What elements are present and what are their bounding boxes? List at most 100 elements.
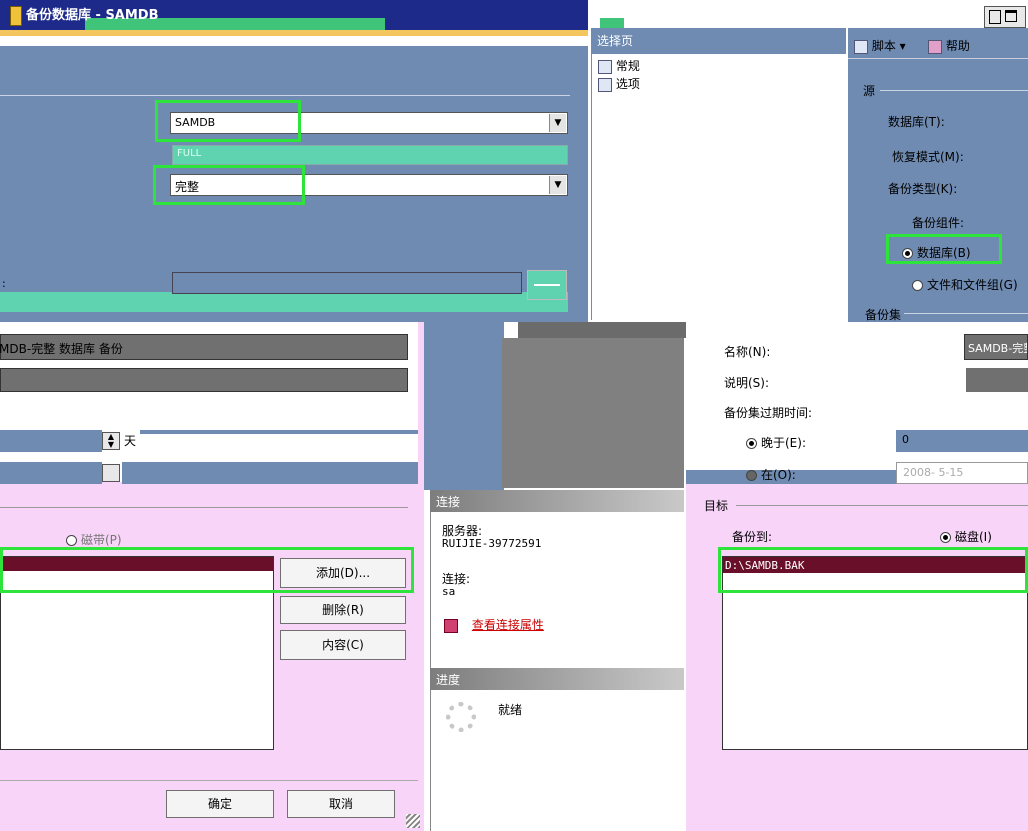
source-section-line — [880, 90, 1028, 91]
on-value-field[interactable]: 2008- 5-15 — [896, 462, 1028, 484]
destination-section-title: 目标 — [704, 499, 729, 513]
highlight-component-database — [886, 234, 1002, 264]
help-label: 帮助 — [945, 39, 970, 53]
expire-label: 备份集过期时间: — [724, 406, 813, 420]
expire-date-field[interactable] — [0, 462, 102, 484]
help-button[interactable]: 帮助 — [928, 37, 970, 54]
tape-label: 磁带(P) — [81, 533, 122, 547]
date-row-strip — [122, 462, 418, 484]
sidebar-item-general[interactable]: 常规 — [598, 57, 640, 74]
recovery-value: FULL — [177, 148, 202, 159]
resize-grip-icon[interactable] — [406, 814, 420, 828]
script-label: 脚本 — [871, 39, 896, 53]
name-field[interactable]: SAMDB-完整 数据库 备份 — [964, 334, 1028, 360]
contents-button[interactable]: 内容(C) — [280, 630, 406, 660]
radio-icon — [912, 280, 923, 291]
backup-component-label: 备份组件: — [912, 216, 965, 230]
highlight-add-area — [0, 547, 414, 593]
description-label: 说明(S): — [724, 376, 770, 390]
toolbar-underline — [848, 58, 1028, 59]
highlight-destination-path — [718, 547, 1028, 593]
recovery-field: FULL — [172, 145, 568, 165]
on-radio[interactable]: 在(O): — [746, 466, 796, 483]
partial-colon: : — [2, 277, 6, 290]
after-value: 0 — [902, 433, 909, 446]
toolbar: 脚本 ▾ 帮助 — [848, 34, 1028, 56]
on-label: 在(O): — [761, 468, 796, 482]
gray-block — [502, 338, 684, 488]
gray-top-strip — [518, 322, 686, 338]
window-title: 备份数据库 - SAMDB — [26, 8, 159, 23]
remove-button-label: 删除(R) — [322, 603, 364, 617]
view-properties-link[interactable]: 查看连接属性 — [444, 616, 544, 633]
title-bar-strip-2 — [0, 36, 588, 46]
disk-radio[interactable]: 磁盘(I) — [940, 528, 992, 545]
connection-header: 连接 — [430, 490, 684, 512]
server-value: RUIJIE-39772591 — [442, 537, 542, 550]
days-row-strip — [140, 430, 418, 452]
script-icon — [854, 39, 868, 54]
chevron-down-icon[interactable]: ▼ — [549, 114, 566, 132]
nav-header-label: 选择页 — [597, 34, 634, 48]
database-label: 数据库(T): — [888, 115, 945, 129]
contents-button-label: 内容(C) — [322, 638, 364, 652]
script-button[interactable]: 脚本 ▾ — [854, 37, 906, 54]
progress-header-label: 进度 — [436, 673, 461, 687]
backup-name-value: SAMDB-完整 数据库 备份 — [0, 342, 123, 356]
ok-button-label: 确定 — [207, 797, 232, 811]
backup-name-field[interactable]: SAMDB-完整 数据库 备份 — [0, 334, 408, 360]
after-label: 晚于(E): — [761, 436, 806, 450]
connection-properties-icon — [444, 618, 458, 633]
radio-icon — [66, 535, 77, 546]
name-field-value: SAMDB-完整 数据库 备份 — [968, 342, 1028, 355]
description-field[interactable] — [0, 368, 408, 392]
cancel-button-label: 取消 — [328, 797, 353, 811]
backup-to-label: 备份到: — [732, 530, 773, 544]
radio-icon — [746, 438, 757, 449]
highlight-backup-type — [153, 165, 305, 205]
recovery-label: 恢复模式(M): — [892, 150, 964, 164]
date-picker-button[interactable] — [102, 464, 120, 482]
backup-type-label: 备份类型(K): — [888, 182, 958, 196]
footer-line — [0, 780, 418, 781]
destination-line — [0, 507, 408, 508]
destination-section-line — [736, 505, 1028, 506]
description-field-right[interactable] — [966, 368, 1028, 392]
file-group-browse-button[interactable] — [527, 270, 567, 300]
ellipsis-icon — [534, 284, 560, 286]
sidebar-item-label: 选项 — [615, 77, 640, 91]
radio-icon — [746, 470, 757, 481]
after-value-field[interactable]: 0 — [896, 430, 1028, 452]
component-files-radio[interactable]: 文件和文件组(G) — [912, 276, 1018, 293]
page-icon — [598, 77, 612, 92]
window-controls — [984, 6, 1026, 28]
file-group-field — [172, 272, 522, 294]
page-icon — [598, 59, 612, 74]
sidebar-item-options[interactable]: 选项 — [598, 75, 640, 92]
days-unit: 天 — [124, 434, 137, 448]
sidebar-item-label: 常规 — [615, 59, 640, 73]
maximize-icon[interactable] — [1005, 10, 1017, 22]
top-left-bottom-strip — [0, 292, 568, 312]
expire-days-field[interactable] — [0, 430, 102, 452]
connection-header-label: 连接 — [436, 495, 461, 509]
days-stepper[interactable]: ▲ ▼ — [102, 432, 120, 450]
highlight-database — [155, 100, 301, 142]
cancel-button[interactable]: 取消 — [287, 790, 395, 818]
source-separator — [0, 95, 570, 96]
nav-header: 选择页 — [591, 28, 846, 54]
progress-status: 就绪 — [498, 703, 523, 717]
ok-button[interactable]: 确定 — [166, 790, 274, 818]
disk-label: 磁盘(I) — [955, 530, 992, 544]
chevron-down-icon[interactable]: ▼ — [549, 176, 566, 194]
radio-icon — [940, 532, 951, 543]
after-radio[interactable]: 晚于(E): — [746, 434, 806, 451]
view-properties-label: 查看连接属性 — [471, 618, 544, 632]
progress-header: 进度 — [430, 668, 684, 690]
restore-icon[interactable] — [989, 10, 1001, 24]
component-files-label: 文件和文件组(G) — [927, 278, 1018, 292]
tape-radio[interactable]: 磁带(P) — [66, 531, 122, 548]
on-value: 2008- 5-15 — [903, 466, 964, 479]
remove-button[interactable]: 删除(R) — [280, 596, 406, 624]
nav-header-strip-green — [600, 18, 624, 28]
